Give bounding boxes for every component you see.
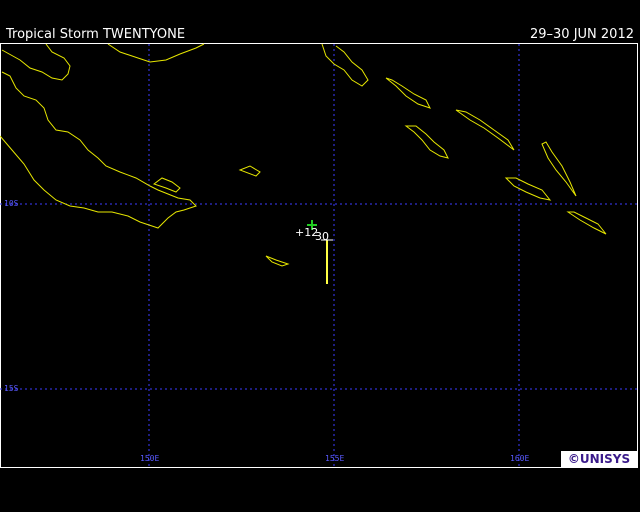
coastline-bougainville — [321, 43, 369, 87]
island-e — [455, 109, 515, 151]
island-f — [541, 141, 577, 197]
storm-track-map — [0, 43, 638, 467]
island-c — [385, 77, 431, 109]
track-time-label: 30 — [315, 230, 329, 243]
lat-label-10s: 10S — [4, 199, 19, 208]
lon-label-150e: 150E — [140, 454, 160, 463]
island-g — [504, 177, 552, 201]
coastline-new-guinea — [1, 43, 71, 81]
coastline-papua-north — [107, 43, 205, 63]
unisys-logo: ©UNISYS — [561, 451, 637, 467]
island-h — [566, 211, 607, 235]
lat-label-15s: 15S — [4, 384, 19, 393]
lon-label-155e: 155E — [325, 454, 345, 463]
island-b — [238, 165, 261, 177]
coastline-papua-south — [0, 71, 197, 229]
island-i — [265, 255, 290, 267]
lon-label-160e: 160E — [510, 454, 530, 463]
grid-lines — [0, 44, 638, 467]
island-d — [404, 125, 449, 159]
